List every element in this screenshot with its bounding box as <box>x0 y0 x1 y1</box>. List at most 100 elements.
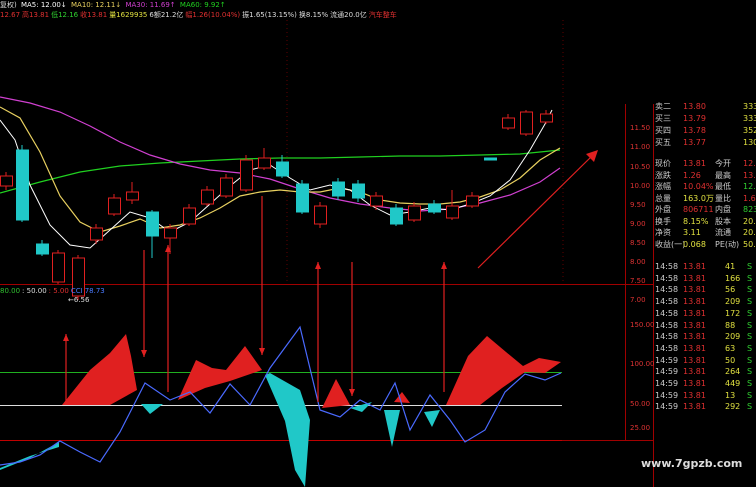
candle-body <box>520 111 533 135</box>
tick-price: 13.81 <box>683 285 706 295</box>
tick-side: S <box>747 297 753 307</box>
candle-body <box>352 183 365 199</box>
tick-volume: 63 <box>725 343 736 353</box>
tick-row: 14:58 13.81 88 S <box>653 320 756 332</box>
indicator-legend-bar: 80.00: 50.00: 5.00 CCI 78.73 <box>0 287 107 296</box>
ma30-line <box>0 96 561 212</box>
indicator-item: CCI <box>70 287 83 295</box>
candle-body <box>240 159 253 191</box>
tick-volume: 88 <box>725 320 736 330</box>
candle-body <box>332 181 345 197</box>
tick-price: 13.81 <box>683 390 706 400</box>
tick-side: S <box>747 262 753 271</box>
info-item: 流通20.0亿 <box>330 11 367 19</box>
price-tick-label: 10.50 <box>630 163 650 171</box>
tick-time: 14:59 <box>655 379 679 388</box>
site-watermark: www.7gpzb.com <box>641 457 743 470</box>
info-item: 振1.65(13.15%) <box>242 11 297 19</box>
candle-body <box>428 203 441 213</box>
price-tick-label: 9.50 <box>630 201 646 209</box>
tick-time: 14:58 <box>655 343 679 353</box>
quote-row: 收益(一)0.068 PE(动)50.4 <box>653 238 756 251</box>
tick-side: S <box>747 320 753 330</box>
info-item: 12.67 <box>0 11 21 19</box>
ma60-value: MA60: 9.92↑ <box>179 1 226 9</box>
low-price-label: ←6.56 <box>68 296 90 304</box>
candle-body <box>108 197 121 215</box>
tick-side: S <box>747 390 753 400</box>
price-tick-label: 10.00 <box>630 182 650 190</box>
kline-chart[interactable]: 11.50 11.00 10.50 10.00 9.50 9.00 8.50 8.00 7.50… <box>0 0 756 487</box>
candle-body <box>126 191 139 201</box>
indicator-item: 80.00 <box>0 287 21 295</box>
tick-volume: 13 <box>725 390 736 400</box>
price-tick-label: 8.00 <box>630 258 646 266</box>
tick-time: 14:58 <box>655 297 679 307</box>
tick-row: 14:59 13.81 292 S <box>653 401 756 413</box>
tick-price: 13.81 <box>683 355 706 365</box>
tick-price: 13.81 <box>683 379 706 388</box>
indicator-tick-label: 100.00 <box>630 360 655 368</box>
candle-body <box>276 161 289 177</box>
candle-body <box>446 205 459 219</box>
ma10-value: MA10: 12.11↓ <box>70 1 122 9</box>
tick-volume: 209 <box>725 332 741 342</box>
tick-side: S <box>747 273 753 283</box>
indicator-item: 78.73 <box>84 287 105 295</box>
tick-price: 13.81 <box>683 402 706 412</box>
candle-body <box>466 195 479 207</box>
tick-volume: 292 <box>725 402 741 412</box>
info-item: 量1629935 <box>109 11 148 19</box>
candle-body <box>408 205 421 221</box>
stat-value: 0.068 <box>683 239 706 249</box>
tick-row: 14:59 13.81 449 S <box>653 378 756 390</box>
grid-lines <box>286 20 564 284</box>
tick-time: 14:59 <box>655 402 679 412</box>
tick-time: 14:59 <box>655 390 679 400</box>
candle-body <box>16 149 29 221</box>
price-tick-label: 11.00 <box>630 143 650 151</box>
candle-body <box>0 175 13 187</box>
price-tick-label: 9.00 <box>630 220 646 228</box>
info-item: 收13.81 <box>80 11 108 19</box>
tick-side: S <box>747 343 753 353</box>
ma5-value: MA5: 12.00↓ <box>20 1 67 9</box>
candles <box>0 110 553 300</box>
tick-volume: 172 <box>725 308 741 318</box>
tick-price: 13.81 <box>683 343 706 353</box>
tick-time: 14:58 <box>655 285 679 295</box>
tick-volume: 56 <box>725 285 736 295</box>
tick-row: 14:58 13.81 56 S <box>653 284 756 296</box>
ma-legend-bar: 复权) MA5: 12.00↓ MA10: 12.11↓ MA30: 11.69… <box>0 0 756 10</box>
candle-body <box>314 205 327 225</box>
candle-body <box>90 227 103 241</box>
tick-time: 14:58 <box>655 262 679 271</box>
tick-side: S <box>747 308 753 318</box>
ma30-value: MA30: 11.69↑ <box>125 1 176 9</box>
info-item: 汽车整车 <box>368 11 397 19</box>
tick-row: 14:59 13.81 50 S <box>653 355 756 367</box>
indicator-item: : 50.00 <box>22 287 47 295</box>
tick-row: 14:58 13.81 209 S <box>653 331 756 343</box>
signal-arrow-head <box>141 350 147 357</box>
tick-side: S <box>747 367 753 377</box>
quote-row: 买五 13.77 130 <box>653 136 756 149</box>
candle-body <box>296 183 309 213</box>
tick-row: 14:58 13.81 209 S <box>653 296 756 308</box>
tick-time: 14:59 <box>655 367 679 377</box>
tick-volume: 449 <box>725 379 741 388</box>
candle-body <box>484 157 497 161</box>
bar-info-line: 12.67 高13.81 低12.16 收13.81 量1629935 6额21.2亿 幅1… <box>0 10 756 20</box>
price-axis: 11.50 11.00 10.50 10.00 9.50 9.00 8.50 8.00 7.50… <box>630 124 650 304</box>
ma5-line <box>0 109 553 249</box>
indicator-tick-label: 50.00 <box>630 400 650 408</box>
trend-arrow-shaft <box>477 153 595 269</box>
candle-body <box>258 157 271 169</box>
tick-price: 13.81 <box>683 320 706 330</box>
tick-volume: 166 <box>725 273 741 283</box>
tick-row: 14:58 13.81 166 S <box>653 273 756 285</box>
tick-side: S <box>747 379 753 388</box>
candle-body <box>164 227 177 239</box>
candle-body <box>390 207 403 225</box>
order-level-label: 买五 <box>655 138 671 147</box>
